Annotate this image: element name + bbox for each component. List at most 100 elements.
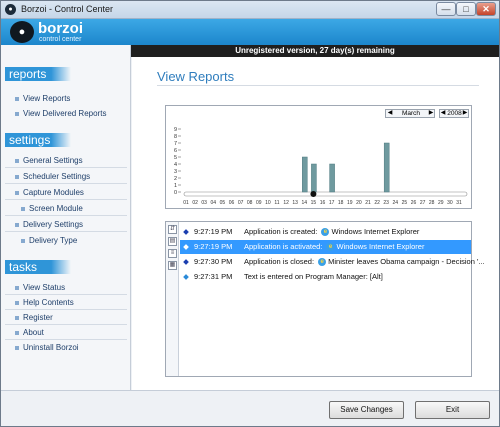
x-tick-label: 08 (247, 200, 253, 206)
day-marker (310, 191, 317, 197)
log-toolbar: ⇵ ▤ ≡ ▦ (166, 222, 179, 376)
internet-explorer-icon: e (326, 243, 335, 252)
x-tick-label: 14 (302, 200, 308, 206)
activity-chart: 012345678901 02 03 04 05 06 07 08 09 10 11 12 13 14 15… (174, 127, 468, 206)
sidebar-item-delivery-settings[interactable]: Delivery Settings (15, 220, 83, 229)
sidebar: reports View Reports View Delivered Repo… (1, 45, 131, 390)
title-bar: ● Borzoi - Control Center — □ ✕ (1, 1, 499, 19)
sidebar-item-screen-module[interactable]: Screen Module (21, 204, 83, 213)
y-tick-label: 2 (174, 176, 177, 182)
divider (5, 324, 127, 325)
calendar-icon[interactable]: ▦ (168, 261, 177, 270)
minimize-button[interactable]: — (436, 2, 456, 16)
event-bullet-icon (183, 274, 189, 280)
x-tick-label: 10 (265, 200, 271, 206)
x-tick-label: 13 (292, 200, 298, 206)
y-tick-label: 9 (174, 127, 177, 133)
footer-bar: Save Changes Exit (1, 390, 499, 426)
x-tick-label: 15 (311, 200, 317, 206)
internet-explorer-icon: e (321, 228, 330, 237)
x-tick-label: 30 (447, 200, 453, 206)
x-tick-label: 07 (238, 200, 244, 206)
borzoi-logo-icon: ● (10, 21, 34, 43)
sidebar-item-delivery-type[interactable]: Delivery Type (21, 236, 77, 245)
html-icon[interactable]: ≡ (168, 249, 177, 258)
event-bullet-icon (183, 229, 189, 235)
bar (383, 142, 390, 193)
activity-chart-panel: ◀ March ▶ ◀ 2008 ▶ 0 1 2 3 4 5 6 7 8 9 01 02 03 04 05 0… (165, 105, 472, 209)
y-tick-label: 6 (174, 148, 177, 154)
bullet-icon (15, 300, 19, 305)
divider (5, 339, 127, 340)
divider (5, 183, 127, 184)
log-row[interactable]: 9:27:31 PM Text is entered on Program Ma… (180, 270, 471, 284)
x-tick-label: 16 (320, 200, 326, 206)
sort-icon[interactable]: ⇵ (168, 225, 177, 234)
x-tick-label: 25 (402, 200, 408, 206)
log-row[interactable]: 9:27:19 PM Application is created: e Wind… (180, 225, 471, 239)
x-tick-label: 12 (283, 200, 289, 206)
x-tick-label: 01 (183, 200, 189, 206)
section-title-tasks: tasks (5, 260, 71, 274)
bullet-icon (15, 158, 19, 163)
bullet-icon (15, 285, 19, 290)
app-header: ● borzoi control center (1, 19, 499, 45)
y-tick-label: 8 (174, 134, 177, 140)
x-tick-label: 09 (256, 200, 262, 206)
page-title: View Reports (157, 69, 235, 84)
bullet-icon (15, 315, 19, 320)
x-tick-label: 20 (356, 200, 362, 206)
bullet-icon (15, 222, 19, 227)
sidebar-item-capture-modules[interactable]: Capture Modules (15, 188, 84, 197)
sidebar-item-view-status[interactable]: View Status (15, 283, 65, 292)
chart-baseline (183, 191, 468, 197)
brand-subtitle: control center (39, 36, 82, 43)
sidebar-item-uninstall-borzoi[interactable]: Uninstall Borzoi (15, 343, 79, 352)
divider (5, 215, 127, 216)
sidebar-item-register[interactable]: Register (15, 313, 53, 322)
x-tick-label: 17 (329, 200, 335, 206)
y-tick-label: 0 (174, 190, 177, 196)
sidebar-item-view-delivered-reports[interactable]: View Delivered Reports (15, 109, 106, 118)
event-bullet-icon (183, 259, 189, 265)
save-changes-button[interactable]: Save Changes (329, 401, 404, 419)
sidebar-item-general-settings[interactable]: General Settings (15, 156, 83, 165)
exit-button[interactable]: Exit (415, 401, 490, 419)
x-tick-label: 27 (420, 200, 426, 206)
divider (5, 231, 127, 232)
main-panel: View Reports ◀ March ▶ ◀ 2008 ▶ 01234567… (132, 57, 499, 390)
bullet-icon (15, 96, 19, 101)
bullet-icon (21, 206, 25, 211)
bar (302, 156, 308, 193)
app-icon: ● (5, 4, 16, 15)
bar (311, 163, 317, 193)
x-tick-label: 03 (201, 200, 207, 206)
document-icon[interactable]: ▤ (168, 237, 177, 246)
x-tick-label: 29 (438, 200, 444, 206)
x-tick-label: 06 (229, 200, 235, 206)
app-window: ● Borzoi - Control Center — □ ✕ ● borzoi… (0, 0, 500, 427)
x-tick-label: 18 (338, 200, 344, 206)
y-tick-label: 4 (174, 162, 177, 168)
y-tick-label: 7 (174, 141, 177, 147)
bullet-icon (15, 190, 19, 195)
log-row-selected[interactable]: 9:27:19 PM Application is activated: e Wi… (180, 240, 471, 254)
log-row[interactable]: 9:27:30 PM Application is closed: e Minis… (180, 255, 485, 269)
section-title-reports: reports (5, 67, 71, 81)
sidebar-item-help-contents[interactable]: Help Contents (15, 298, 74, 307)
registration-notice: Unregistered version, 27 day(s) remainin… (131, 45, 499, 57)
sidebar-item-view-reports[interactable]: View Reports (15, 94, 70, 103)
x-tick-label: 28 (429, 200, 435, 206)
x-tick-label: 19 (347, 200, 353, 206)
sidebar-item-about[interactable]: About (15, 328, 44, 337)
close-button[interactable]: ✕ (476, 2, 496, 16)
divider (5, 199, 127, 200)
maximize-button[interactable]: □ (456, 2, 476, 16)
sidebar-item-scheduler-settings[interactable]: Scheduler Settings (15, 172, 90, 181)
bullet-icon (21, 238, 25, 243)
bullet-icon (15, 174, 19, 179)
bullet-icon (15, 111, 19, 116)
x-tick-label: 23 (383, 200, 389, 206)
event-bullet-icon (183, 244, 189, 250)
x-tick-label: 22 (374, 200, 380, 206)
